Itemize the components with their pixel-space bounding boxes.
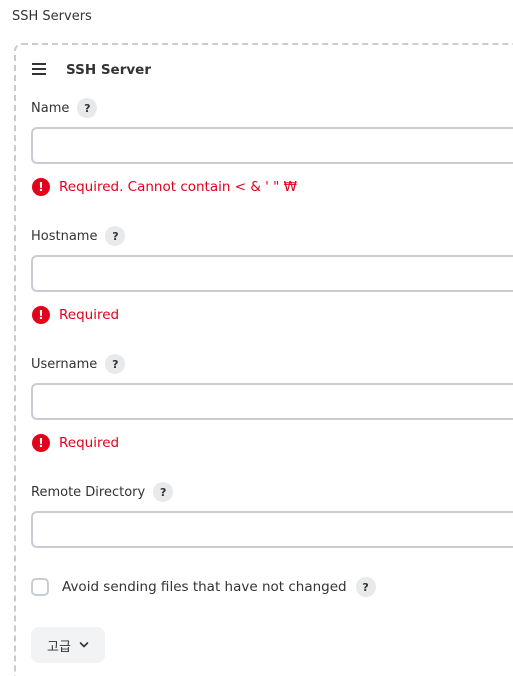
username-error-text: Required bbox=[59, 435, 120, 451]
name-label-row: Name ? bbox=[31, 98, 98, 118]
username-help-icon[interactable]: ? bbox=[105, 354, 126, 374]
username-label-row: Username ? bbox=[31, 354, 126, 374]
avoid-sending-row: Avoid sending files that have not change… bbox=[31, 577, 376, 597]
chevron-down-icon bbox=[79, 642, 89, 648]
hostname-help-icon[interactable]: ? bbox=[105, 226, 126, 246]
remote-directory-input[interactable] bbox=[31, 511, 513, 548]
name-help-icon[interactable]: ? bbox=[77, 98, 98, 118]
username-label: Username bbox=[31, 356, 98, 372]
hostname-error-text: Required bbox=[59, 307, 120, 323]
name-label: Name bbox=[31, 100, 70, 116]
error-icon: ! bbox=[32, 306, 50, 324]
remote-directory-label: Remote Directory bbox=[31, 484, 146, 500]
drag-handle-icon[interactable] bbox=[32, 63, 48, 77]
hostname-label: Hostname bbox=[31, 228, 98, 244]
avoid-sending-help-icon[interactable]: ? bbox=[355, 577, 376, 597]
error-icon: ! bbox=[32, 434, 50, 452]
section-title: SSH Servers bbox=[12, 9, 92, 24]
name-error: ! Required. Cannot contain < & ' " ₩ bbox=[32, 178, 297, 196]
hostname-label-row: Hostname ? bbox=[31, 226, 126, 246]
name-input[interactable] bbox=[31, 127, 513, 164]
error-icon: ! bbox=[32, 178, 50, 196]
avoid-sending-label[interactable]: Avoid sending files that have not change… bbox=[62, 579, 347, 595]
remote-directory-help-icon[interactable]: ? bbox=[153, 482, 174, 502]
username-input[interactable] bbox=[31, 383, 513, 420]
hostname-input[interactable] bbox=[31, 255, 513, 292]
avoid-sending-checkbox[interactable] bbox=[31, 578, 49, 596]
name-error-text: Required. Cannot contain < & ' " ₩ bbox=[59, 179, 297, 195]
advanced-button[interactable]: 고급 bbox=[31, 627, 105, 663]
remote-directory-label-row: Remote Directory ? bbox=[31, 482, 174, 502]
username-error: ! Required bbox=[32, 434, 119, 452]
card-title: SSH Server bbox=[66, 62, 151, 78]
advanced-label: 고급 bbox=[47, 639, 71, 655]
page: SSH Servers SSH Server Name ? ! Required… bbox=[0, 0, 513, 676]
hostname-error: ! Required bbox=[32, 306, 119, 324]
